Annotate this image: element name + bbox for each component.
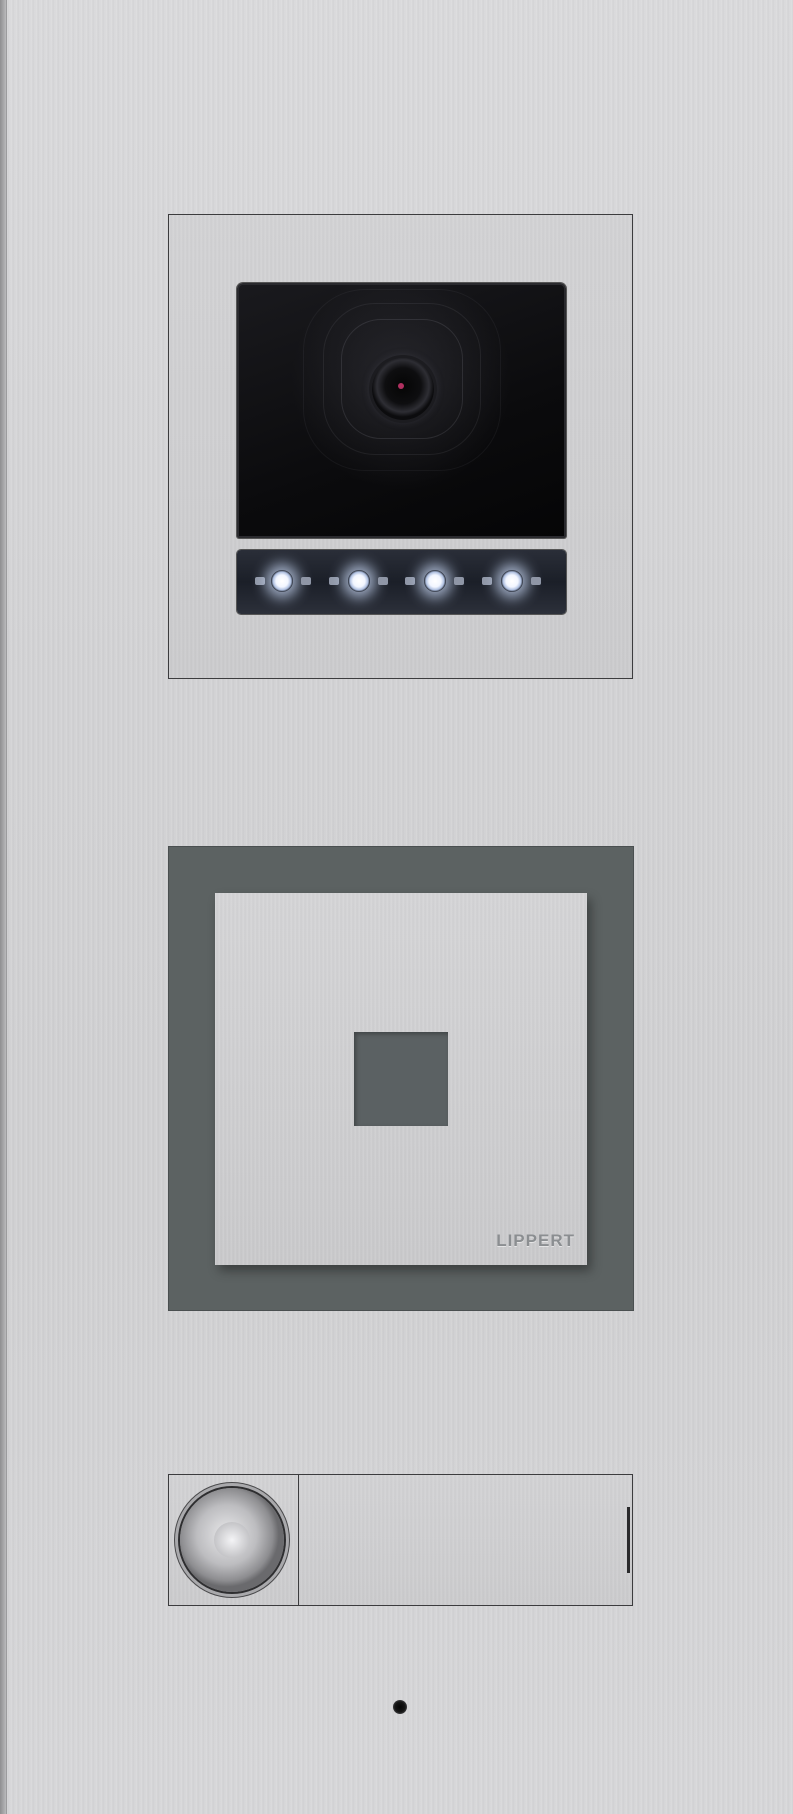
led-light-icon bbox=[348, 570, 370, 592]
led-light-icon bbox=[271, 570, 293, 592]
name-plate bbox=[300, 1475, 632, 1605]
led-pad bbox=[454, 577, 464, 585]
rfid-reader-icon bbox=[354, 1032, 448, 1126]
bell-module bbox=[168, 1474, 633, 1606]
led-pad bbox=[405, 577, 415, 585]
camera-window bbox=[237, 283, 566, 538]
microphone-hole-icon bbox=[393, 1700, 407, 1714]
led-pad bbox=[531, 577, 541, 585]
led-pad bbox=[378, 577, 388, 585]
led-pad bbox=[329, 577, 339, 585]
bell-divider bbox=[298, 1475, 299, 1605]
bell-push-button-icon bbox=[214, 1522, 250, 1558]
bell-push-button[interactable] bbox=[180, 1488, 284, 1592]
camera-module bbox=[168, 214, 633, 679]
camera-indicator-dot bbox=[398, 383, 404, 389]
led-pad bbox=[301, 577, 311, 585]
brand-logo: LIPPERT bbox=[496, 1231, 575, 1250]
rfid-reader-module[interactable]: LIPPERT bbox=[168, 846, 634, 1311]
led-pad bbox=[482, 577, 492, 585]
led-light-bar bbox=[237, 550, 566, 614]
rfid-reader-face[interactable]: LIPPERT bbox=[215, 893, 587, 1265]
name-plate-slot bbox=[627, 1507, 630, 1573]
led-light-icon bbox=[424, 570, 446, 592]
led-light-icon bbox=[501, 570, 523, 592]
led-pad bbox=[255, 577, 265, 585]
camera-lens-icon bbox=[372, 358, 434, 420]
